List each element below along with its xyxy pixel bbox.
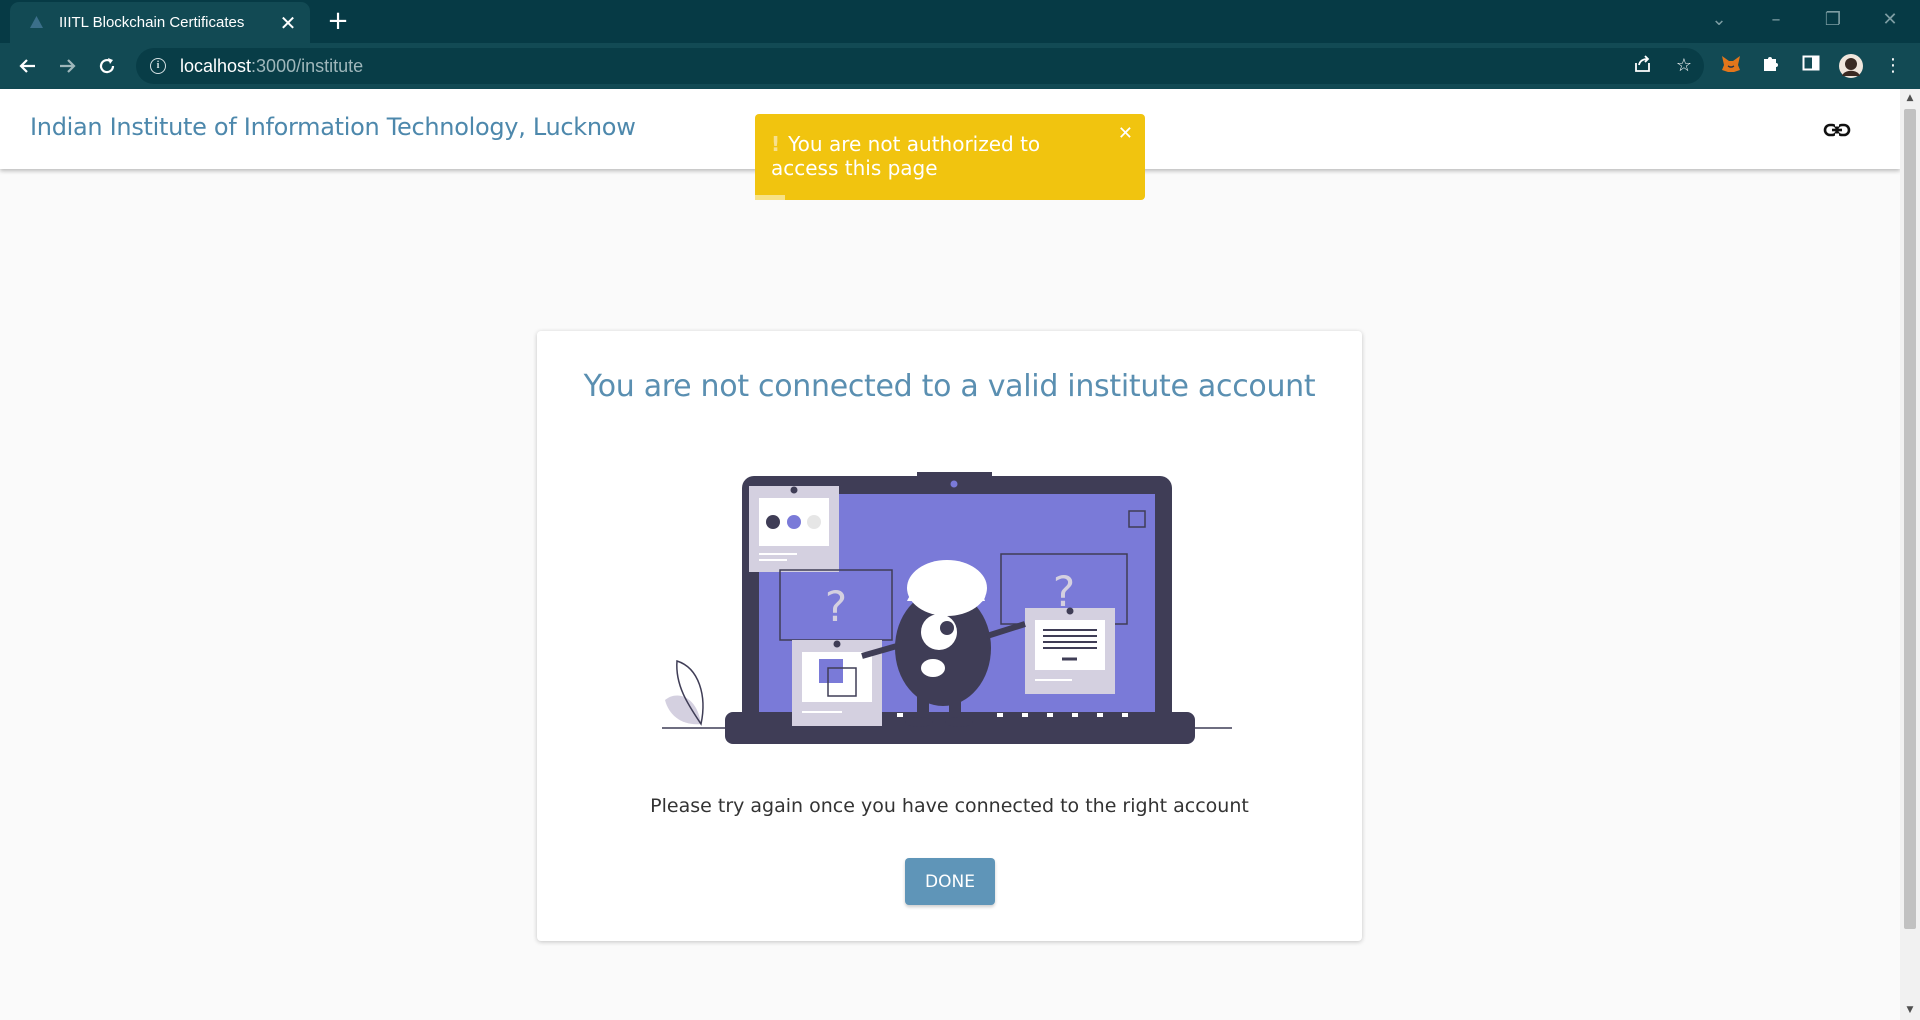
address-bar[interactable]: i localhost:3000/institute ☆: [136, 48, 1704, 84]
page-scrollbar[interactable]: ▲ ▼: [1900, 89, 1920, 1020]
side-panel-icon[interactable]: [1798, 53, 1824, 79]
browser-toolbar: i localhost:3000/institute ☆ ⋮: [0, 43, 1920, 89]
toast-close-icon[interactable]: ✕: [1118, 122, 1133, 146]
scroll-down-icon[interactable]: ▼: [1905, 1005, 1915, 1015]
error-toast[interactable]: ! You are not authorized to access this p…: [755, 114, 1145, 200]
tab-close-icon[interactable]: ✕: [276, 11, 300, 35]
profile-avatar[interactable]: [1838, 53, 1864, 79]
not-connected-card: You are not connected to a valid institu…: [537, 331, 1362, 941]
page: Indian Institute of Information Technolo…: [0, 89, 1900, 1020]
institute-name[interactable]: Indian Institute of Information Technolo…: [30, 113, 636, 141]
share-icon[interactable]: [1631, 54, 1655, 78]
extensions-puzzle-icon[interactable]: [1758, 53, 1784, 79]
restore-icon[interactable]: ❐: [1818, 6, 1848, 34]
browser-tab-strip: IIITL Blockchain Certificates ✕ + ⌄ – ❐ …: [0, 0, 1920, 43]
browser-menu-icon[interactable]: ⋮: [1880, 53, 1906, 79]
back-arrow-icon[interactable]: [14, 52, 42, 80]
site-favicon-icon: [30, 16, 43, 28]
scroll-up-icon[interactable]: ▲: [1905, 93, 1915, 103]
toast-progress-bar: [755, 195, 785, 200]
metamask-fox-icon[interactable]: [1718, 53, 1744, 79]
forward-arrow-icon[interactable]: [53, 52, 81, 80]
url-host: localhost: [180, 55, 252, 76]
tab-search-chevron-icon[interactable]: ⌄: [1704, 6, 1734, 34]
reload-icon[interactable]: [93, 52, 121, 80]
toast-message: You are not authorized to access this pa…: [771, 132, 1041, 180]
question-mark: ?: [825, 582, 847, 631]
url-path: :3000/institute: [251, 55, 364, 76]
minimize-icon[interactable]: –: [1761, 6, 1791, 34]
new-tab-button[interactable]: +: [324, 7, 352, 35]
link-icon[interactable]: [1822, 115, 1852, 145]
laptop-illustration: ? ?: [662, 472, 1232, 744]
tab-title: IIITL Blockchain Certificates: [59, 14, 245, 31]
done-button[interactable]: DONE: [905, 858, 995, 905]
warning-icon: !: [771, 132, 781, 156]
browser-tab[interactable]: IIITL Blockchain Certificates ✕: [10, 2, 310, 43]
scrollbar-thumb[interactable]: [1904, 109, 1916, 929]
card-title: You are not connected to a valid institu…: [583, 369, 1316, 404]
card-message: Please try again once you have connected…: [650, 795, 1249, 817]
bookmark-star-icon[interactable]: ☆: [1672, 54, 1696, 78]
close-window-icon[interactable]: ✕: [1875, 6, 1905, 34]
site-info-icon[interactable]: i: [150, 58, 166, 74]
